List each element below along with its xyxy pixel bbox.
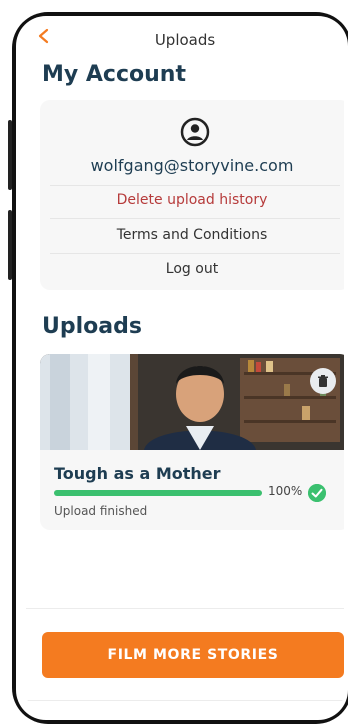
uploads-heading: Uploads: [42, 314, 142, 339]
upload-progress-label: 100%: [268, 484, 303, 498]
user-circle-icon: [180, 117, 210, 147]
video-thumbnail-image: [40, 354, 344, 450]
divider: [26, 608, 344, 609]
terms-link[interactable]: Terms and Conditions: [40, 227, 344, 243]
delete-history-button[interactable]: Delete upload history: [40, 192, 344, 208]
trash-icon: [318, 375, 328, 387]
page-title: Uploads: [154, 31, 216, 49]
upload-title: Tough as a Mother: [54, 464, 221, 483]
check-circle-icon: [308, 484, 326, 502]
account-heading: My Account: [42, 62, 186, 87]
divider: [50, 185, 340, 186]
divider: [26, 700, 344, 701]
top-bar: Uploads: [26, 18, 344, 54]
side-button: [8, 210, 12, 280]
side-button: [8, 120, 12, 190]
film-more-stories-button[interactable]: FILM MORE STORIES: [42, 632, 344, 678]
logout-button[interactable]: Log out: [40, 261, 344, 277]
divider: [50, 253, 340, 254]
divider: [50, 218, 340, 219]
upload-item-card[interactable]: Tough as a Mother 100% Upload finished: [40, 354, 344, 530]
account-email: wolfgang@storyvine.com: [90, 156, 294, 175]
upload-progress-fill: [54, 490, 262, 496]
account-card: wolfgang@storyvine.com Delete upload his…: [40, 100, 344, 290]
upload-progress-bar: [54, 490, 262, 496]
video-thumbnail[interactable]: [40, 354, 344, 450]
app-screen: Uploads My Account wolfgang@storyvine.co…: [26, 18, 344, 708]
upload-status: Upload finished: [54, 504, 148, 518]
delete-upload-button[interactable]: [310, 368, 336, 394]
